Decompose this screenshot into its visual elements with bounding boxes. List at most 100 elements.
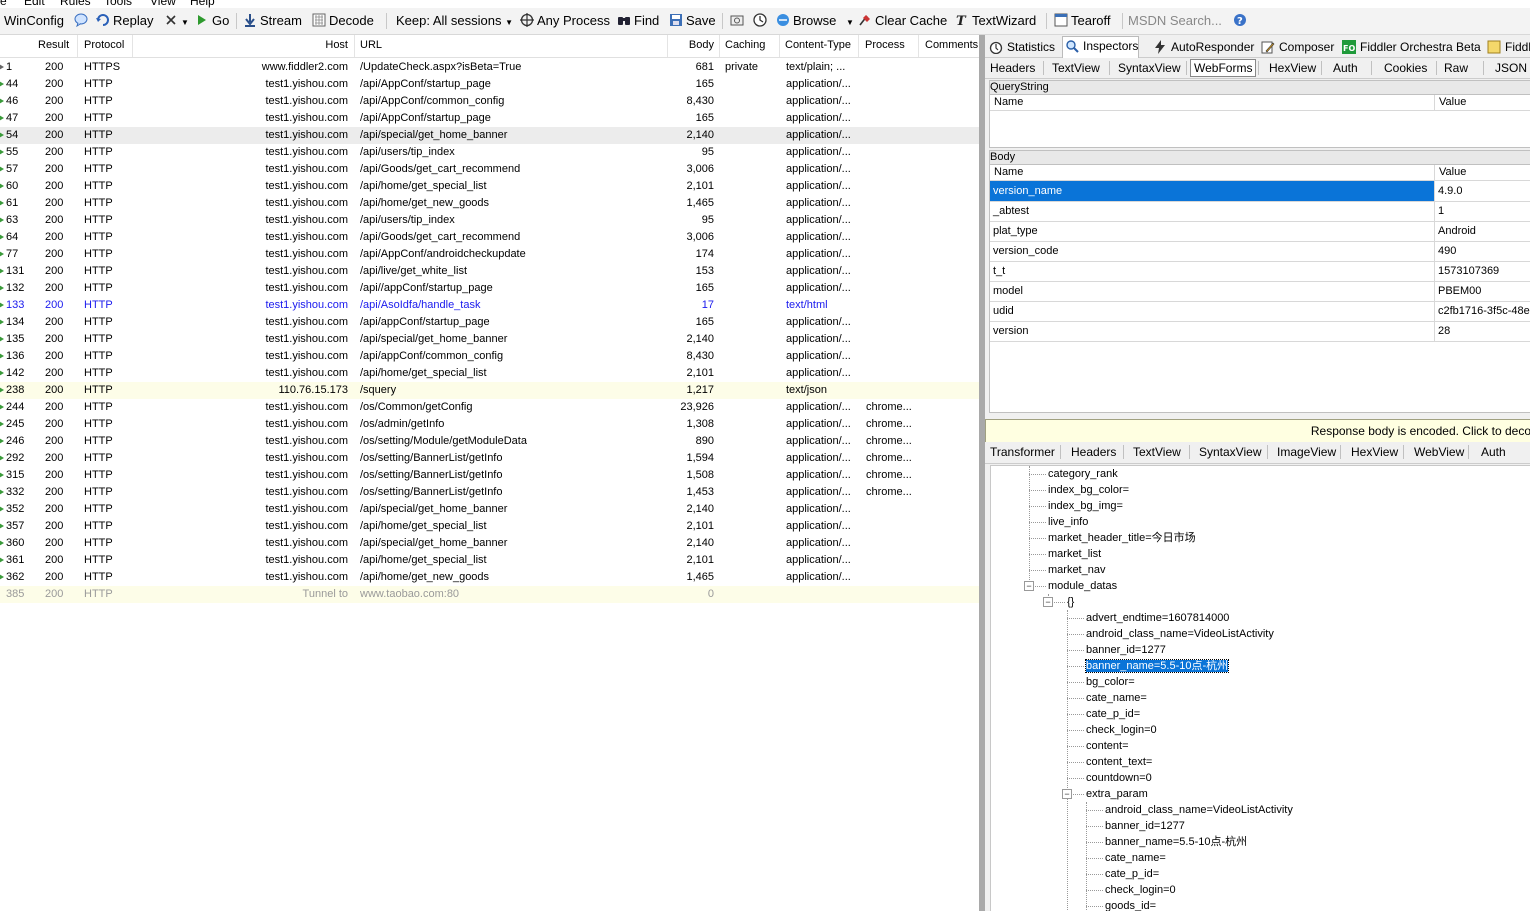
tree-node[interactable]: category_rank [1048, 466, 1118, 482]
body-col-name[interactable]: Name [994, 165, 1023, 180]
session-row[interactable]: 46 200 HTTP test1.yishou.com/api/AppConf/co… [0, 93, 979, 110]
session-row[interactable]: 352 200 HTTP test1.yishou.com/api/special/g… [0, 501, 979, 518]
body-row[interactable]: plat_type Android [990, 221, 1530, 242]
collapse-icon[interactable]: − [1062, 789, 1072, 799]
querystring-col-value[interactable]: Value [1439, 95, 1466, 110]
resp-tab-syntaxview[interactable]: SyntaxView [1199, 444, 1261, 460]
col-caching[interactable]: Caching [725, 39, 765, 51]
tree-node[interactable]: cate_p_id= [1086, 706, 1140, 722]
session-row[interactable]: 44 200 HTTP test1.yishou.com/api/AppConf/st… [0, 76, 979, 93]
session-row[interactable]: 332 200 HTTP test1.yishou.com/os/setting/Ba… [0, 484, 979, 501]
tree-node[interactable]: cate_name= [1105, 850, 1166, 866]
remove-button[interactable]: ▼ [164, 12, 189, 30]
col-url[interactable]: URL [360, 39, 382, 51]
body-grid[interactable]: Name Value version_name 4.9.0 _abtest 1 plat… [989, 164, 1530, 413]
tree-node[interactable]: banner_name=5.5-10点-杭州 [1105, 834, 1247, 850]
tab-statistics[interactable]: Statistics [987, 38, 1055, 56]
tree-node[interactable]: index_bg_img= [1048, 498, 1123, 514]
tab-autoresponder[interactable]: AutoResponder [1151, 38, 1254, 56]
body-row[interactable]: udid c2fb1716-3f5c-48e [990, 301, 1530, 322]
session-row[interactable]: 77 200 HTTP test1.yishou.com/api/AppConf/an… [0, 246, 979, 263]
resp-tab-imageview[interactable]: ImageView [1277, 444, 1336, 460]
col-body[interactable]: Body [689, 39, 714, 51]
tree-node[interactable]: live_info [1048, 514, 1088, 530]
body-row[interactable]: version_name 4.9.0 [990, 181, 1530, 202]
session-row[interactable]: 47 200 HTTP test1.yishou.com/api/AppConf/st… [0, 110, 979, 127]
session-row[interactable]: 246 200 HTTP test1.yishou.com/os/setting/Mo… [0, 433, 979, 450]
req-tab-json[interactable]: JSON [1495, 60, 1527, 76]
resp-tab-auth[interactable]: Auth [1481, 444, 1506, 460]
tab-composer[interactable]: Composer [1259, 38, 1334, 56]
encoded-notice-bar[interactable]: Response body is encoded. Click to deco [985, 419, 1530, 443]
tree-node[interactable]: {} [1067, 594, 1074, 610]
tab-orchestra[interactable]: FO Fiddler Orchestra Beta [1340, 38, 1481, 56]
menu-view[interactable]: View [150, 0, 176, 8]
session-row[interactable]: 1 200 HTTPS www.fiddler2.com/UpdateCheck.as… [0, 59, 979, 76]
session-row[interactable]: 245 200 HTTP test1.yishou.com/os/admin/getI… [0, 416, 979, 433]
session-row[interactable]: 61 200 HTTP test1.yishou.com/api/home/get_n… [0, 195, 979, 212]
tree-node[interactable]: index_bg_color= [1048, 482, 1129, 498]
querystring-col-name[interactable]: Name [994, 95, 1023, 110]
req-tab-hexview[interactable]: HexView [1269, 60, 1316, 76]
response-tree-view[interactable]: category_rank index_bg_color= index_bg_img… [990, 465, 1530, 911]
session-row[interactable]: 315 200 HTTP test1.yishou.com/os/setting/Ba… [0, 467, 979, 484]
col-process[interactable]: Process [865, 39, 905, 51]
req-tab-webforms[interactable]: WebForms [1190, 59, 1257, 77]
querystring-grid[interactable]: Name Value [989, 94, 1530, 148]
session-row[interactable]: 135 200 HTTP test1.yishou.com/api/special/g… [0, 331, 979, 348]
find-button[interactable]: Find [617, 12, 659, 30]
tree-node[interactable]: banner_id=1277 [1105, 818, 1185, 834]
session-row[interactable]: 357 200 HTTP test1.yishou.com/api/home/get_… [0, 518, 979, 535]
menu-edit[interactable]: Edit [24, 0, 45, 8]
tree-node[interactable]: countdown=0 [1086, 770, 1152, 786]
session-row[interactable]: 60 200 HTTP test1.yishou.com/api/home/get_s… [0, 178, 979, 195]
tree-node[interactable]: check_login=0 [1086, 722, 1157, 738]
req-tab-cookies[interactable]: Cookies [1384, 60, 1427, 76]
req-tab-headers[interactable]: Headers [990, 60, 1035, 76]
tree-node[interactable]: market_header_title=今日市场 [1048, 530, 1196, 546]
req-tab-raw[interactable]: Raw [1444, 60, 1468, 76]
tree-node[interactable]: android_class_name=VideoListActivity [1086, 626, 1274, 642]
decode-button[interactable]: Decode [312, 12, 374, 30]
session-row[interactable]: 133 200 HTTP test1.yishou.com/api/AsoIdfa/h… [0, 297, 979, 314]
replay-button[interactable]: Replay [96, 12, 153, 30]
tearoff-button[interactable]: Tearoff [1054, 12, 1111, 30]
session-row[interactable]: 244 200 HTTP test1.yishou.com/os/Common/get… [0, 399, 979, 416]
tree-node[interactable]: check_login=0 [1105, 882, 1176, 898]
help-button[interactable]: ? [1233, 12, 1250, 30]
comment-button[interactable] [74, 12, 91, 30]
session-row[interactable]: 385 200 HTTP Tunnel to www.taobao.com:80 0 [0, 586, 979, 603]
go-button[interactable]: Go [195, 12, 229, 30]
req-tab-auth[interactable]: Auth [1333, 60, 1358, 76]
col-host[interactable]: Host [325, 39, 348, 51]
col-protocol[interactable]: Protocol [84, 39, 124, 51]
col-content-type[interactable]: Content-Type [785, 39, 851, 51]
session-row[interactable]: 131 200 HTTP test1.yishou.com/api/live/get_… [0, 263, 979, 280]
collapse-icon[interactable]: − [1024, 581, 1034, 591]
tree-node[interactable]: banner_name=5.5-10点-杭州 [1084, 658, 1230, 674]
col-comments[interactable]: Comments [925, 39, 978, 51]
tree-node[interactable]: extra_param [1086, 786, 1148, 802]
resp-tab-headers[interactable]: Headers [1071, 444, 1116, 460]
tree-node[interactable]: bg_color= [1086, 674, 1135, 690]
any-process-button[interactable]: Any Process [520, 12, 610, 30]
tree-node[interactable]: module_datas [1048, 578, 1117, 594]
resp-tab-webview[interactable]: WebView [1414, 444, 1464, 460]
tree-node[interactable]: content= [1086, 738, 1129, 754]
session-row[interactable]: 57 200 HTTP test1.yishou.com/api/Goods/get_… [0, 161, 979, 178]
session-row[interactable]: 132 200 HTTP test1.yishou.com/api//appConf/… [0, 280, 979, 297]
menu-file[interactable]: e [0, 0, 7, 8]
tree-node[interactable]: market_list [1048, 546, 1101, 562]
session-row[interactable]: 63 200 HTTP test1.yishou.com/api/users/tip_… [0, 212, 979, 229]
req-tab-syntaxview[interactable]: SyntaxView [1118, 60, 1180, 76]
body-row[interactable]: t_t 1573107369 [990, 261, 1530, 282]
resp-tab-textview[interactable]: TextView [1133, 444, 1181, 460]
clear-cache-button[interactable]: Clear Cache [858, 12, 947, 30]
textwizard-button[interactable]: T TextWizard [955, 12, 1036, 30]
tab-inspectors[interactable]: Inspectors [1062, 36, 1140, 58]
body-row[interactable]: model PBEM00 [990, 281, 1530, 302]
session-row[interactable]: 142 200 HTTP test1.yishou.com/api/home/get_… [0, 365, 979, 382]
session-row[interactable]: 361 200 HTTP test1.yishou.com/api/home/get_… [0, 552, 979, 569]
menu-help[interactable]: Help [190, 0, 215, 8]
body-row[interactable]: version 28 [990, 321, 1530, 342]
